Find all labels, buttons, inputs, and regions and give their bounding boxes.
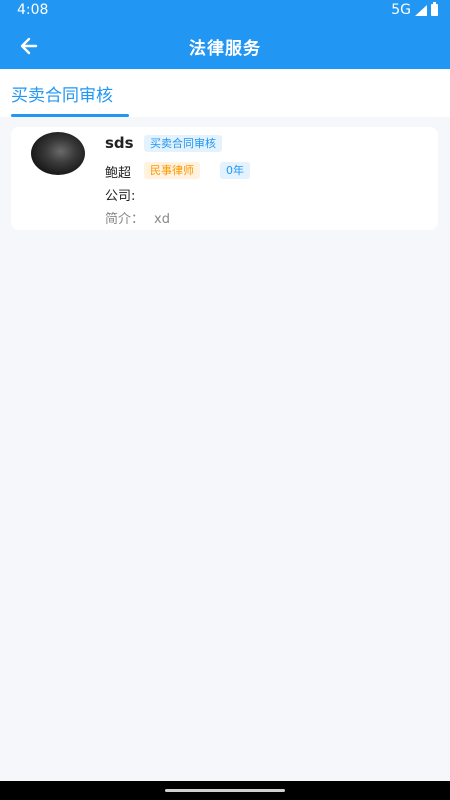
status-time: 4:08 [17, 2, 49, 18]
system-nav-bar [0, 781, 450, 800]
intro-label: 简介： [105, 212, 145, 227]
home-gesture-handle[interactable] [165, 789, 285, 792]
lawyer-card[interactable]: sds 买卖合同审核 鲍超 民事律师 0年 公司: 简介： xd [11, 127, 438, 230]
page-title: 法律服务 [189, 39, 261, 59]
intro-value: xd [154, 212, 170, 227]
lawyer-type-badge: 民事律师 [144, 162, 200, 179]
signal-icon [415, 4, 427, 16]
service-tag: 买卖合同审核 [144, 135, 222, 152]
lawyer-name: 鲍超 [105, 166, 132, 181]
battery-icon [431, 2, 438, 16]
avatar [31, 132, 85, 175]
experience-badge: 0年 [220, 162, 250, 179]
tab-bar: 买卖合同审核 [0, 69, 450, 117]
service-name: sds [105, 134, 134, 152]
network-type: 5G [391, 2, 411, 18]
tab-active-indicator [11, 114, 129, 117]
app-bar: 法律服务 [0, 22, 450, 69]
company-label: 公司: [105, 189, 136, 204]
company-row: 公司: [105, 185, 135, 204]
intro-row: 简介： xd [105, 208, 170, 227]
tab-contract-review[interactable]: 买卖合同审核 [11, 81, 113, 106]
status-indicators: 5G [391, 2, 438, 18]
status-bar: 4:08 5G [0, 0, 450, 22]
